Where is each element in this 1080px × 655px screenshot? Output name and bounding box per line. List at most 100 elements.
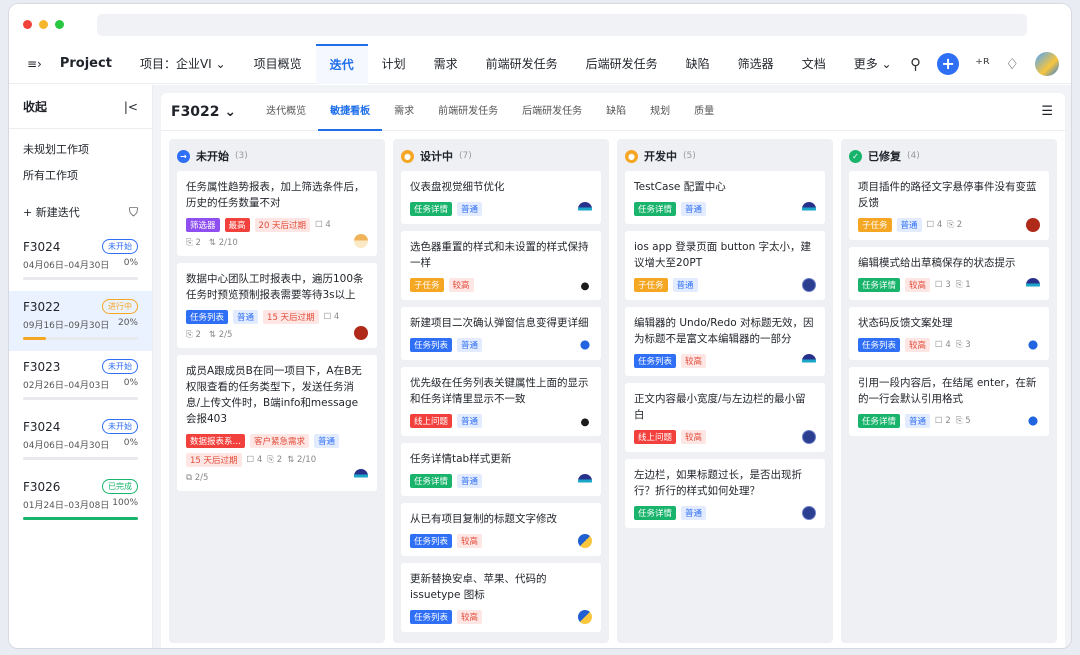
task-card[interactable]: 优先级在任务列表关键属性上面的显示和任务详情里显示不一致 线上问题 普通 bbox=[401, 367, 601, 436]
board-tab[interactable]: 需求 bbox=[382, 93, 426, 131]
board-tabs: F3022 ⌄ 迭代概览 敏捷看板 需求 前端研发任务 后端研发任务 缺陷 规划 质量 ☰ bbox=[161, 93, 1065, 131]
assignee-avatar[interactable] bbox=[354, 326, 368, 340]
task-card[interactable]: 任务详情tab样式更新 任务详情 普通 bbox=[401, 443, 601, 496]
task-card[interactable]: 成员A跟成员B在同一项目下，A在B无权限查看的任务类型下，发送任务消息/上传文件… bbox=[177, 355, 377, 491]
task-card[interactable]: 项目插件的路径文字悬停事件没有变蓝反馈 子任务 普通 ☐ 4 ⎘ 2 bbox=[849, 171, 1049, 240]
task-card[interactable]: 数据中心团队工时报表中，遍历100条任务时预览预制报表需要等待3s以上 任务列表普… bbox=[177, 263, 377, 348]
status-icon: ✓ bbox=[849, 149, 862, 163]
task-card[interactable]: 更新替换安卓、苹果、代码的issuetype 图标 任务列表 较高 bbox=[401, 563, 601, 632]
board-tab[interactable]: 规划 bbox=[638, 93, 682, 131]
task-card[interactable]: 从已有项目复制的标题文字修改 任务列表 较高 bbox=[401, 503, 601, 556]
status-badge: 未开始 bbox=[102, 419, 138, 434]
iteration-item[interactable]: F3024 未开始 04月06日–04月30日 0% bbox=[9, 411, 152, 471]
bell-icon[interactable]: ♢ bbox=[1006, 56, 1019, 72]
board-tab[interactable]: 缺陷 bbox=[594, 93, 638, 131]
status-badge: 进行中 bbox=[102, 299, 138, 314]
task-card[interactable]: 状态码反馈文案处理 任务列表 较高 ☐ 4 ⎘ 3 bbox=[849, 307, 1049, 360]
assignee-avatar[interactable] bbox=[1026, 414, 1040, 428]
column-header: ● 开发中 (5) bbox=[625, 145, 825, 167]
board-tab[interactable]: 迭代概览 bbox=[254, 93, 318, 131]
nav-tab[interactable]: 计划 bbox=[368, 44, 420, 84]
assignee-avatar[interactable] bbox=[578, 202, 592, 216]
nav-tab[interactable]: 缺陷 bbox=[672, 44, 724, 84]
nav-tab[interactable]: 后端研发任务 bbox=[572, 44, 672, 84]
board-tab[interactable]: 后端研发任务 bbox=[510, 93, 594, 131]
card-title: 编辑模式给出草稿保存的状态提示 bbox=[858, 257, 1016, 269]
sprint-selector[interactable]: F3022 ⌄ bbox=[171, 104, 236, 120]
task-card[interactable]: 选色器重置的样式和未设置的样式保持一样 子任务 较高 bbox=[401, 231, 601, 300]
assignee-avatar[interactable] bbox=[578, 414, 592, 428]
add-user-icon[interactable]: ⁺ᴿ bbox=[975, 56, 989, 72]
address-bar[interactable] bbox=[97, 14, 1027, 36]
board-tab[interactable]: 敏捷看板 bbox=[318, 93, 383, 131]
task-card[interactable]: 仪表盘视觉细节优化 任务详情 普通 bbox=[401, 171, 601, 224]
assignee-avatar[interactable] bbox=[578, 338, 592, 352]
task-card[interactable]: 任务属性趋势报表，加上筛选条件后，历史的任务数量不对 筛选器 最高 20 天后过期 ☐ … bbox=[177, 171, 377, 256]
assignee-avatar[interactable] bbox=[578, 474, 592, 488]
nav-tab[interactable]: 文档 bbox=[788, 44, 840, 84]
card-meta: ☐ 4 bbox=[323, 312, 340, 322]
maximize-dot-icon[interactable] bbox=[55, 19, 64, 29]
assignee-avatar[interactable] bbox=[802, 354, 816, 368]
task-card[interactable]: 编辑模式给出草稿保存的状态提示任务详情 较高 ☐ 3 ⎘ 1 bbox=[849, 247, 1049, 300]
new-iteration-button[interactable]: + 新建迭代 bbox=[23, 204, 80, 220]
assignee-avatar[interactable] bbox=[578, 610, 592, 624]
sidebar-title[interactable]: 收起 bbox=[23, 98, 47, 115]
iteration-item[interactable]: F3022 进行中 09月16日–09月30日 20% bbox=[9, 291, 152, 351]
task-card[interactable]: TestCase 配置中心 任务详情 普通 bbox=[625, 171, 825, 224]
task-card[interactable]: 编辑器的 Undo/Redo 对标题无效，因为标题不是富文本编辑器的一部分 任务列… bbox=[625, 307, 825, 376]
sidebar-link-unplanned[interactable]: 未规划工作项 bbox=[9, 137, 152, 163]
iteration-item[interactable]: F3026 已完成 01月24日–03月08日 100% bbox=[9, 471, 152, 531]
task-card[interactable]: 新建项目二次确认弹窗信息变得更详细 任务列表 普通 bbox=[401, 307, 601, 360]
plus-icon[interactable]: + bbox=[937, 53, 960, 75]
tag: 普通 bbox=[457, 474, 483, 488]
project-selector[interactable]: 项目：企业VI ⌄ bbox=[126, 44, 240, 84]
avatar[interactable] bbox=[1035, 52, 1059, 76]
card-title: 任务属性趋势报表，加上筛选条件后，历史的任务数量不对 bbox=[186, 181, 365, 209]
tag: 线上问题 bbox=[410, 414, 453, 428]
assignee-avatar[interactable] bbox=[802, 430, 816, 444]
board-tab[interactable]: 前端研发任务 bbox=[426, 93, 510, 131]
board-tab[interactable]: 质量 bbox=[682, 93, 726, 131]
iteration-item[interactable]: F3024 未开始 04月06日–04月30日 0% bbox=[9, 231, 152, 291]
assignee-avatar[interactable] bbox=[354, 234, 368, 248]
task-card[interactable]: 引用一段内容后，在结尾 enter，在新的一行会默认引用格式 任务详情 普通 ☐ 2 ⎘… bbox=[849, 367, 1049, 436]
card-tags: 任务详情 普通 ☐ 2 ⎘ 5 bbox=[858, 414, 1040, 428]
assignee-avatar[interactable] bbox=[1026, 218, 1040, 232]
iteration-item[interactable]: F3023 未开始 02月26日–04月03日 0% bbox=[9, 351, 152, 411]
assignee-avatar[interactable] bbox=[578, 534, 592, 548]
tag: 任务详情 bbox=[410, 474, 453, 488]
task-card[interactable]: 正文内容最小宽度/与左边栏的最小留白 线上问题 较高 bbox=[625, 383, 825, 452]
list-menu-icon[interactable]: ☰ bbox=[1041, 104, 1053, 119]
tag: 任务详情 bbox=[634, 202, 677, 216]
assignee-avatar[interactable] bbox=[354, 469, 368, 483]
close-dot-icon[interactable] bbox=[23, 19, 32, 29]
nav-tab[interactable]: 筛选器 bbox=[724, 44, 788, 84]
collapse-icon[interactable]: |< bbox=[124, 100, 138, 114]
nav-tab[interactable]: 更多 ⌄ bbox=[840, 44, 906, 84]
filter-icon[interactable]: ⛉ bbox=[129, 205, 138, 220]
assignee-avatar[interactable] bbox=[802, 506, 816, 520]
nav-tab[interactable]: 前端研发任务 bbox=[472, 44, 572, 84]
task-card[interactable]: 左边栏，如果标题过长，是否出现折行？折行的样式如何处理？ 任务详情 普通 bbox=[625, 459, 825, 528]
column-title: 未开始 bbox=[196, 150, 229, 163]
tag: 普通 bbox=[681, 506, 707, 520]
assignee-avatar[interactable] bbox=[802, 278, 816, 292]
menu-toggle-icon[interactable]: ≡› bbox=[19, 44, 50, 84]
iteration-range: 01月24日–03月08日 bbox=[23, 501, 110, 511]
nav-tab[interactable]: 项目概览 bbox=[240, 44, 316, 84]
sidebar-link-all[interactable]: 所有工作项 bbox=[9, 163, 152, 189]
minimize-dot-icon[interactable] bbox=[39, 19, 48, 29]
assignee-avatar[interactable] bbox=[578, 278, 592, 292]
nav-tab[interactable]: 迭代 bbox=[315, 43, 368, 84]
search-icon[interactable]: ⚲ bbox=[910, 56, 921, 72]
assignee-avatar[interactable] bbox=[1026, 278, 1040, 292]
task-card[interactable]: ios app 登录页面 button 字太小，建议增大至20PT 子任务 普通 bbox=[625, 231, 825, 300]
kanban-column: ✓ 已修复 (4) 项目插件的路径文字悬停事件没有变蓝反馈 子任务 普通 ☐ 4 ⎘ 2 编辑模… bbox=[841, 139, 1057, 643]
assignee-avatar[interactable] bbox=[1026, 338, 1040, 352]
nav-tab[interactable]: 需求 bbox=[420, 44, 472, 84]
card-tags: 任务详情 较高 ☐ 3 ⎘ 1 bbox=[858, 278, 1040, 292]
tag: 子任务 bbox=[634, 278, 668, 292]
assignee-avatar[interactable] bbox=[802, 202, 816, 216]
iteration-name: F3022 bbox=[23, 299, 61, 314]
